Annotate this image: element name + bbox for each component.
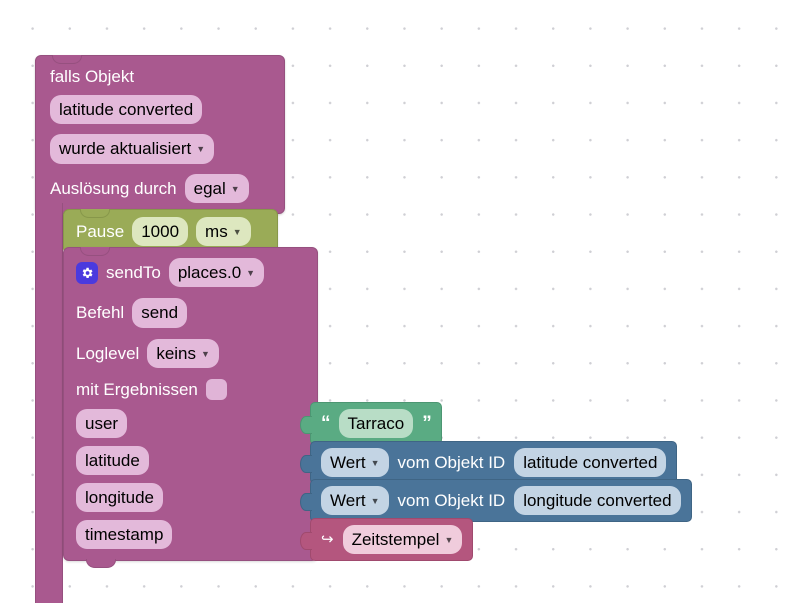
value-block-getobject-latitude[interactable]: Wert ▼ vom Objekt ID latitude converted <box>300 441 678 485</box>
sendto-instance-value: places.0 <box>177 263 242 282</box>
block-notch-top <box>80 247 110 256</box>
sendto-loglevel-value: keins <box>156 343 197 363</box>
getobject-mode-value: Wert <box>330 491 366 510</box>
block-notch-top <box>52 55 82 64</box>
trigger-title: falls Objekt <box>50 67 135 86</box>
trigger-object-row: latitude converted <box>50 95 270 125</box>
getobject-object-id-longitude[interactable]: longitude converted <box>514 486 681 516</box>
sendto-argument-name-timestamp[interactable]: timestamp <box>76 520 173 550</box>
block-notch-bottom <box>86 558 116 568</box>
block-notch-top <box>80 209 110 218</box>
trigger-source-dropdown[interactable]: egal ▼ <box>184 173 249 203</box>
sendto-command-field[interactable]: send <box>132 298 188 328</box>
sendto-command-label: Befehl <box>76 303 125 323</box>
arrow-right-hook-icon: ↪ <box>321 531 334 549</box>
value-block-timestamp[interactable]: ↪ Zeitstempel ▼ <box>300 518 474 562</box>
sendto-with-results-row: mit Ergebnissen <box>76 378 305 400</box>
chevron-down-icon: ▼ <box>444 535 454 546</box>
getobject-block-body: Wert ▼ vom Objekt ID latitude converted <box>310 441 678 485</box>
timestamp-block-body: ↪ Zeitstempel ▼ <box>310 518 474 562</box>
block-plug <box>300 529 312 551</box>
block-plug <box>300 452 312 474</box>
getobject-middle-label: vom Objekt ID <box>397 491 506 510</box>
trigger-block-arm <box>35 203 63 603</box>
sendto-argument-name-user[interactable]: user <box>76 409 128 439</box>
sendto-argument-row-latitude: latitude <box>76 446 305 476</box>
sendto-title-row: sendTo places.0 ▼ <box>76 258 305 288</box>
chevron-down-icon: ▼ <box>370 496 380 507</box>
chevron-down-icon: ▼ <box>196 144 206 155</box>
getobject-mode-dropdown-longitude[interactable]: Wert ▼ <box>321 486 389 516</box>
sendto-loglevel-row: Loglevel keins ▼ <box>76 338 305 368</box>
sendto-command-row: Befehl send <box>76 298 305 328</box>
trigger-title-row: falls Objekt <box>50 68 270 85</box>
timestamp-value-dropdown[interactable]: Zeitstempel ▼ <box>342 525 463 555</box>
trigger-source-label: Auslösung durch <box>50 178 177 198</box>
sendto-title: sendTo <box>106 263 161 283</box>
sendto-with-results-checkbox[interactable] <box>205 378 227 400</box>
chevron-down-icon: ▼ <box>246 268 256 279</box>
trigger-object-id-field[interactable]: latitude converted <box>50 95 203 125</box>
block-plug <box>300 413 312 435</box>
getobject-mode-value: Wert <box>330 453 366 472</box>
value-block-string-tarraco[interactable]: “ Tarraco ” <box>300 402 442 446</box>
block-plug <box>300 490 312 512</box>
chevron-down-icon: ▼ <box>230 183 240 194</box>
getobject-block-body: Wert ▼ vom Objekt ID longitude converted <box>310 479 692 523</box>
chevron-down-icon: ▼ <box>370 458 380 469</box>
pause-unit-value: ms <box>205 222 228 241</box>
sendto-argument-name-longitude[interactable]: longitude <box>76 483 164 513</box>
blockly-workspace[interactable]: falls Objekt latitude converted wurde ak… <box>0 0 808 603</box>
trigger-event-row: wurde aktualisiert ▼ <box>50 134 270 164</box>
sendto-instance-dropdown[interactable]: places.0 ▼ <box>168 258 265 288</box>
pause-row: Pause 1000 ms ▼ <box>76 217 265 247</box>
getobject-mode-dropdown-latitude[interactable]: Wert ▼ <box>321 448 389 478</box>
sendto-with-results-label: mit Ergebnissen <box>76 379 198 399</box>
trigger-source-value: egal <box>193 178 226 198</box>
pause-label: Pause <box>76 222 125 242</box>
sendto-argument-name-latitude[interactable]: latitude <box>76 446 149 476</box>
value-block-getobject-longitude[interactable]: Wert ▼ vom Objekt ID longitude converted <box>300 479 692 523</box>
trigger-event-value: wurde aktualisiert <box>59 139 192 159</box>
pause-unit-dropdown[interactable]: ms ▼ <box>196 217 251 247</box>
close-quote-icon: ” <box>422 413 431 435</box>
string-block-body: “ Tarraco ” <box>310 402 442 446</box>
sendto-argument-row-longitude: longitude <box>76 483 305 513</box>
trigger-event-dropdown[interactable]: wurde aktualisiert ▼ <box>50 134 215 164</box>
pause-duration-field[interactable]: 1000 <box>132 217 189 247</box>
sendto-argument-row-user: user <box>76 409 305 439</box>
sendto-loglevel-label: Loglevel <box>76 343 140 363</box>
string-value-field[interactable]: Tarraco <box>338 409 414 439</box>
sendto-block[interactable]: sendTo places.0 ▼ Befehl send Loglevel k… <box>63 247 318 568</box>
open-quote-icon: “ <box>321 413 330 435</box>
sendto-argument-row-timestamp: timestamp <box>76 520 305 550</box>
trigger-block-falls-objekt[interactable]: falls Objekt latitude converted wurde ak… <box>35 55 285 603</box>
getobject-middle-label: vom Objekt ID <box>397 453 506 472</box>
sendto-loglevel-dropdown[interactable]: keins ▼ <box>147 338 219 368</box>
timestamp-value: Zeitstempel <box>351 530 440 549</box>
chevron-down-icon: ▼ <box>232 227 242 238</box>
trigger-source-row: Auslösung durch egal ▼ <box>50 173 270 203</box>
chevron-down-icon: ▼ <box>201 348 210 359</box>
gear-icon[interactable] <box>76 261 98 284</box>
getobject-object-id-latitude[interactable]: latitude converted <box>514 448 667 478</box>
